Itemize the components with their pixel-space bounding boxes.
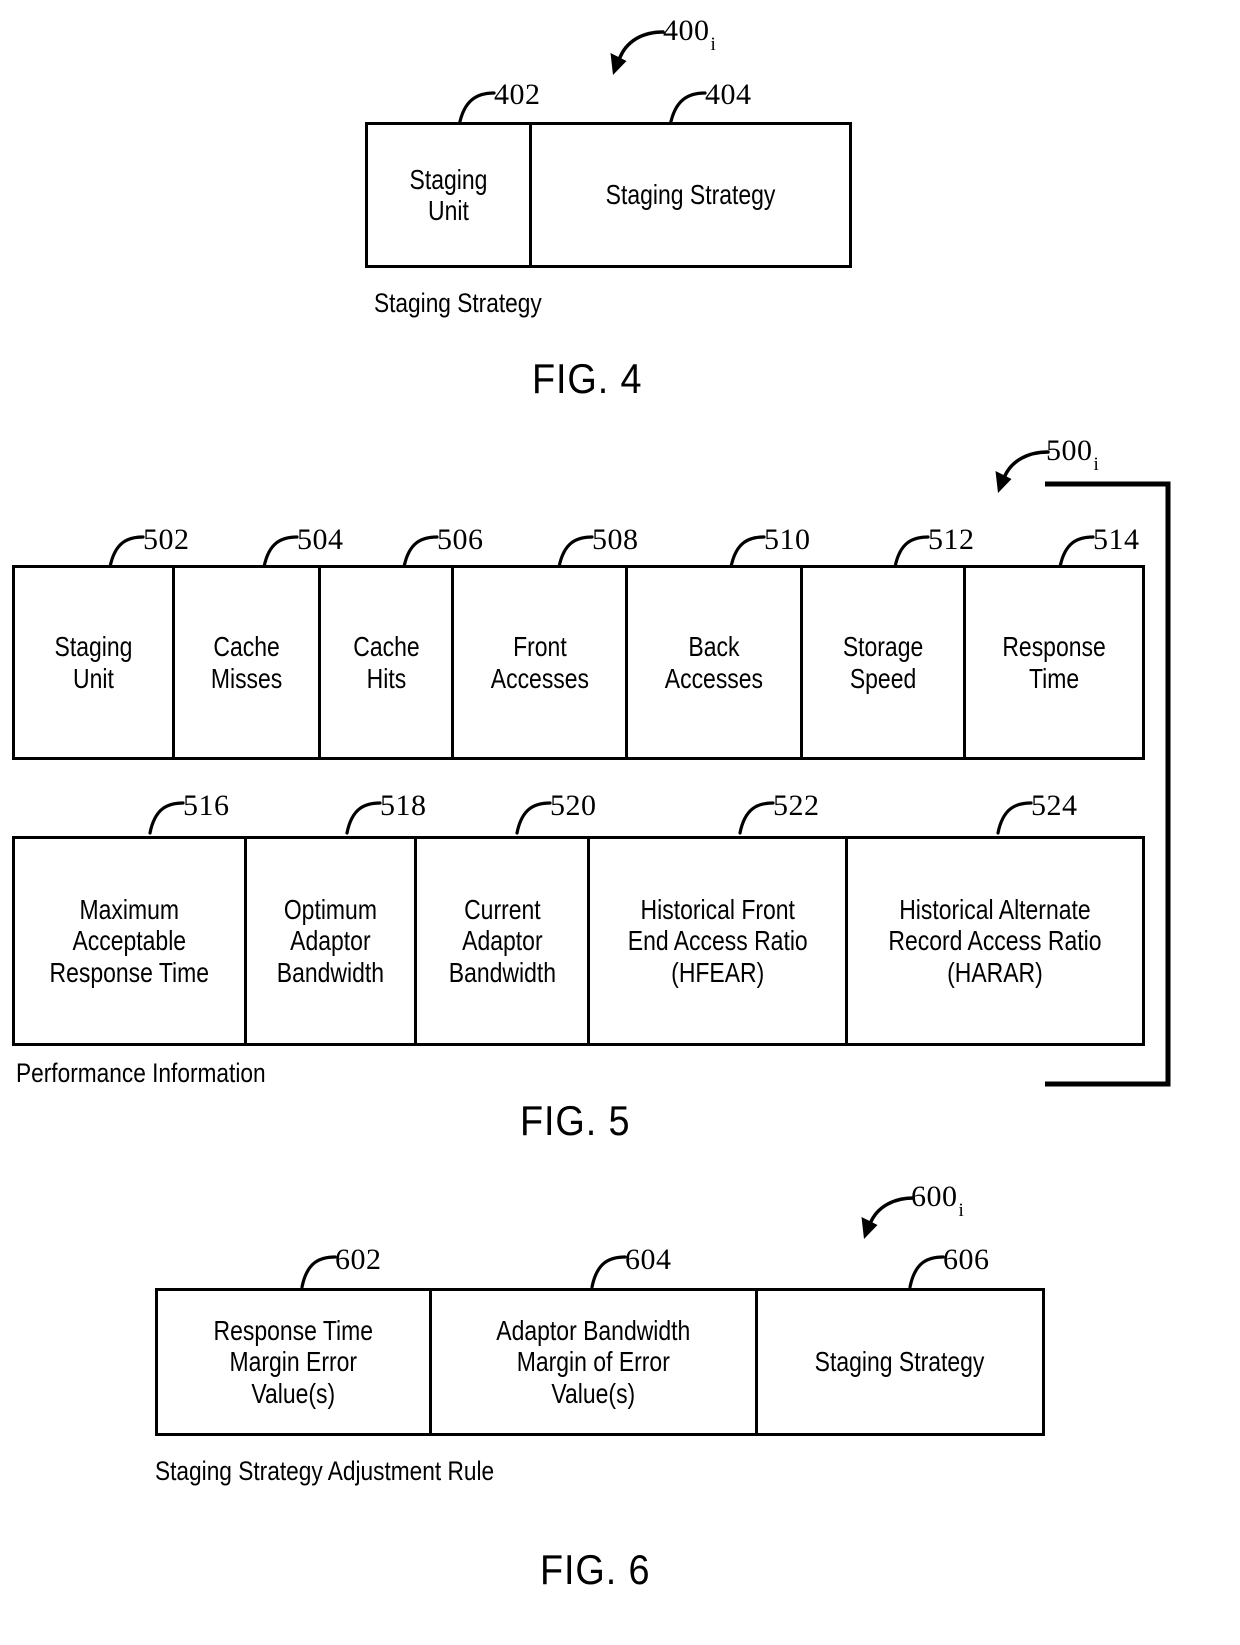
fig5-field-cache-misses: Cache Misses	[210, 631, 283, 694]
fig6-field-staging-strategy: Staging Strategy	[815, 1346, 985, 1378]
fig6-field-adaptor-bandwidth-margin-of-error: Adaptor Bandwidth Margin of Error Value(…	[496, 1314, 691, 1409]
fig5-field-front-accesses: Front Accesses	[490, 631, 589, 694]
reference-numeral-516: 516	[183, 789, 230, 822]
lead-arrow-500-icon	[995, 450, 1050, 493]
fig5-field-maximum-acceptable-response-time: Maximum Acceptable Response Time	[49, 893, 210, 988]
leader-line-512-icon	[893, 535, 930, 569]
fig5-label: FIG. 5	[520, 1097, 631, 1144]
reference-numeral-604: 604	[625, 1243, 672, 1276]
reference-numeral-400: 400i	[663, 14, 717, 55]
reference-numeral-510: 510	[764, 523, 811, 556]
leader-line-604-icon	[590, 1255, 627, 1289]
patent-figure-sheet: 400i 402 404 Staging Unit Staging Strate…	[0, 0, 1240, 1645]
reference-numeral-502: 502	[143, 523, 190, 556]
fig4-field-staging-strategy: Staging Strategy	[605, 179, 776, 211]
fig5-field-historical-alternate-record-access-ratio: Historical Alternate Record Access Ratio…	[888, 893, 1102, 988]
leader-line-502-icon	[108, 535, 145, 569]
leader-line-524-icon	[996, 801, 1033, 835]
fig5-field-cache-hits: Cache Hits	[352, 631, 420, 694]
reference-numeral-500: 500i	[1046, 434, 1100, 475]
fig6-label: FIG. 6	[540, 1546, 651, 1593]
reference-numeral-600: 600i	[911, 1180, 965, 1221]
reference-numeral-524: 524	[1031, 789, 1078, 822]
leader-line-518-icon	[345, 801, 382, 835]
reference-numeral-520: 520	[550, 789, 597, 822]
leader-line-516-icon	[148, 801, 185, 835]
reference-numeral-514: 514	[1093, 523, 1140, 556]
fig5-field-staging-unit: Staging Unit	[54, 631, 133, 694]
lead-arrow-400-icon	[610, 30, 665, 75]
fig5-caption: Performance Information	[16, 1058, 266, 1088]
leader-line-510-icon	[729, 535, 766, 569]
fig4-label: FIG. 4	[532, 355, 643, 402]
fig6-caption: Staging Strategy Adjustment Rule	[155, 1456, 495, 1486]
leader-line-606-icon	[908, 1255, 945, 1289]
leader-line-508-icon	[557, 535, 594, 569]
fig5-field-back-accesses: Back Accesses	[664, 631, 764, 694]
reference-numeral-404: 404	[705, 78, 752, 111]
reference-numeral-504: 504	[297, 523, 344, 556]
leader-line-520-icon	[515, 801, 552, 835]
reference-numeral-512: 512	[928, 523, 975, 556]
fig5-field-historical-front-end-access-ratio: Historical Front End Access Ratio (HFEAR…	[627, 893, 808, 988]
reference-numeral-602: 602	[335, 1243, 382, 1276]
fig5-field-storage-speed: Storage Speed	[842, 631, 924, 694]
leader-line-506-icon	[402, 535, 439, 569]
leader-line-504-icon	[262, 535, 299, 569]
leader-line-602-icon	[300, 1255, 337, 1289]
fig5-field-optimum-adaptor-bandwidth: Optimum Adaptor Bandwidth	[276, 893, 385, 988]
reference-numeral-518: 518	[380, 789, 427, 822]
reference-numeral-606: 606	[943, 1243, 990, 1276]
leader-line-514-icon	[1058, 535, 1095, 569]
fig4-caption: Staging Strategy	[374, 288, 542, 318]
reference-numeral-522: 522	[773, 789, 820, 822]
reference-numeral-508: 508	[592, 523, 639, 556]
lead-arrow-600-icon	[861, 1196, 915, 1239]
leader-line-522-icon	[738, 801, 775, 835]
reference-numeral-506: 506	[437, 523, 484, 556]
fig4-field-staging-unit: Staging Unit	[409, 163, 488, 226]
fig6-field-response-time-margin-error: Response Time Margin Error Value(s)	[213, 1314, 374, 1409]
fig5-field-current-adaptor-bandwidth: Current Adaptor Bandwidth	[448, 893, 556, 988]
reference-numeral-402: 402	[494, 78, 541, 111]
fig5-field-response-time: Response Time	[1002, 631, 1106, 694]
